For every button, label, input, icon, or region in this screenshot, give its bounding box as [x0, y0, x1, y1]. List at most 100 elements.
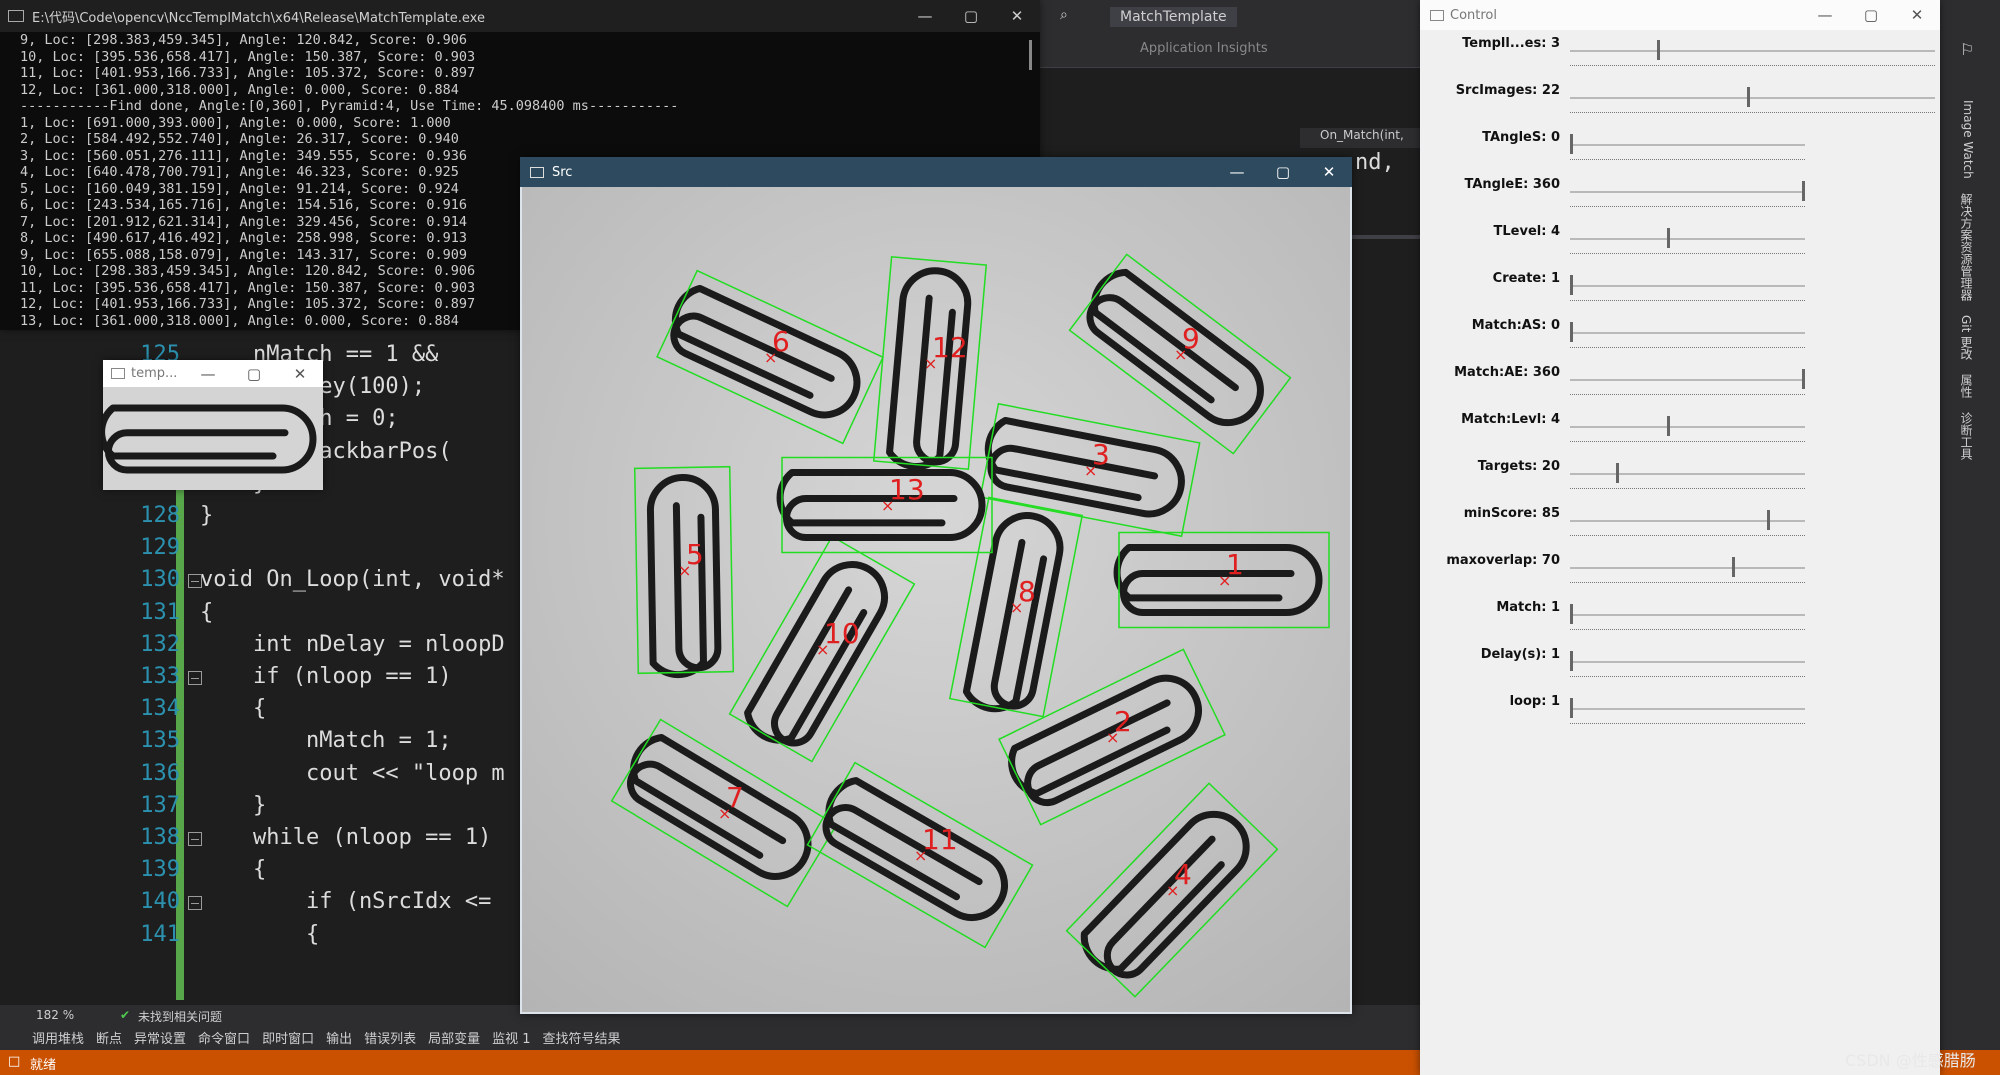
trackbar-thumb[interactable]: [1570, 275, 1573, 295]
trackbar-ticks: [1570, 579, 1805, 583]
line-number: 132: [140, 631, 180, 657]
feedback-icon[interactable]: ⚐: [1960, 40, 1974, 59]
code-line[interactable]: if (nloop == 1): [200, 664, 452, 689]
console-titlebar[interactable]: E:\代码\Code\opencv\NccTemplMatch\x64\Rele…: [0, 0, 1040, 32]
tool-tab[interactable]: 调用堆栈: [32, 1028, 84, 1047]
trackbar-row: loop: 1: [1420, 692, 1940, 739]
trackbar-track[interactable]: [1570, 661, 1805, 663]
code-line[interactable]: int nDelay = nloopD: [200, 632, 505, 657]
trackbar-thumb[interactable]: [1667, 228, 1671, 248]
fold-toggle-icon[interactable]: [188, 832, 202, 846]
code-line[interactable]: {: [200, 922, 319, 947]
minimize-icon[interactable]: —: [1214, 157, 1260, 187]
trackbar-track[interactable]: [1570, 426, 1805, 428]
app-insights-button[interactable]: Application Insights: [1140, 41, 1268, 56]
trackbar-thumb[interactable]: [1616, 463, 1620, 483]
control-titlebar[interactable]: Control — ▢ ✕: [1420, 0, 1940, 30]
template-window[interactable]: temp... — ▢ ✕: [103, 360, 323, 490]
fold-toggle-icon[interactable]: [188, 574, 202, 589]
trackbar-track[interactable]: [1570, 144, 1805, 146]
fold-toggle-icon[interactable]: [188, 671, 202, 685]
trackbar-row: Templl...es: 3: [1420, 34, 1940, 81]
side-tab[interactable]: Git 更改: [1958, 315, 1975, 360]
maximize-icon[interactable]: ▢: [948, 0, 994, 32]
close-icon[interactable]: ✕: [994, 0, 1040, 32]
trackbar-row: Targets: 20: [1420, 457, 1940, 504]
source-window[interactable]: Src — ▢ ✕ × 1 × 2 × 3 × 4 × 5 × 6 × 7 × 8 × 9 × 10 × 11 × 12 × 13: [520, 157, 1352, 1014]
template-image: [103, 387, 323, 490]
src-titlebar[interactable]: Src — ▢ ✕: [520, 157, 1352, 187]
close-icon[interactable]: ✕: [1306, 157, 1352, 187]
temp-titlebar[interactable]: temp... — ▢ ✕: [103, 360, 323, 387]
minimize-icon[interactable]: —: [902, 0, 948, 32]
zoom-level[interactable]: 182 %: [36, 1008, 74, 1022]
tool-tab[interactable]: 异常设置: [134, 1028, 186, 1047]
close-icon[interactable]: ✕: [277, 360, 323, 387]
code-line[interactable]: void On_Loop(int, void*: [200, 567, 505, 592]
code-line[interactable]: }: [200, 793, 266, 818]
tool-tab[interactable]: 错误列表: [364, 1028, 416, 1047]
trackbar-thumb[interactable]: [1656, 40, 1660, 60]
tool-tab[interactable]: 查找符号结果: [543, 1028, 621, 1047]
line-number: 141: [140, 921, 180, 947]
trackbar-track[interactable]: [1570, 238, 1805, 240]
trackbar-thumb[interactable]: [1767, 510, 1771, 530]
tool-tab[interactable]: 断点: [96, 1028, 122, 1047]
side-tab[interactable]: 解决方案资源管理器: [1958, 193, 1975, 301]
trackbar-track[interactable]: [1570, 191, 1805, 193]
minimize-icon[interactable]: —: [1802, 0, 1848, 30]
console-scrollbar[interactable]: [1029, 40, 1032, 70]
trackbar-thumb[interactable]: [1570, 322, 1573, 342]
trackbar-thumb[interactable]: [1570, 604, 1573, 624]
tool-tab[interactable]: 局部变量: [428, 1028, 480, 1047]
search-icon[interactable]: ⌕: [1060, 7, 1068, 23]
fold-toggle-icon[interactable]: [188, 896, 202, 911]
maximize-icon[interactable]: ▢: [231, 360, 277, 387]
trackbar-thumb[interactable]: [1570, 698, 1573, 718]
code-line[interactable]: }: [200, 503, 213, 528]
code-line[interactable]: nMatch = 1;: [200, 728, 452, 753]
trackbar-ticks: [1570, 203, 1805, 207]
trackbar-thumb[interactable]: [1747, 87, 1751, 107]
side-tab[interactable]: 属性: [1958, 374, 1975, 398]
code-line[interactable]: {: [200, 600, 213, 625]
trackbar-thumb[interactable]: [1802, 181, 1805, 201]
trackbar-thumb[interactable]: [1802, 369, 1805, 389]
trackbar-track[interactable]: [1570, 50, 1935, 52]
trackbar-track[interactable]: [1570, 97, 1935, 99]
code-line[interactable]: {: [200, 857, 266, 882]
code-line[interactable]: cout << "loop m: [200, 761, 505, 786]
trackbar-track[interactable]: [1570, 379, 1805, 381]
trackbar-track[interactable]: [1570, 473, 1805, 475]
trackbar-label: Match:AE: 360: [1454, 365, 1560, 380]
trackbar-thumb[interactable]: [1667, 416, 1671, 436]
trackbar-track[interactable]: [1570, 708, 1805, 710]
trackbar-track[interactable]: [1570, 332, 1805, 334]
code-line[interactable]: while (nloop == 1): [200, 825, 491, 850]
check-icon: ✔: [120, 1008, 131, 1022]
side-tab[interactable]: 诊断工具: [1958, 412, 1975, 460]
minimize-icon[interactable]: —: [185, 360, 231, 387]
tool-tab[interactable]: 输出: [326, 1028, 352, 1047]
control-window[interactable]: Control — ▢ ✕ Templl...es: 3 SrcImages: 2…: [1420, 0, 1940, 1075]
code-line[interactable]: {: [200, 696, 266, 721]
tool-tab[interactable]: 监视 1: [492, 1028, 530, 1047]
trackbar-ticks: [1570, 626, 1805, 630]
trackbar-track[interactable]: [1570, 614, 1805, 616]
search-tab[interactable]: MatchTemplate: [1110, 7, 1237, 27]
tool-tab[interactable]: 即时窗口: [262, 1028, 314, 1047]
trackbar-thumb[interactable]: [1732, 557, 1736, 577]
function-dropdown[interactable]: On_Match(int,: [1300, 128, 1420, 148]
maximize-icon[interactable]: ▢: [1260, 157, 1306, 187]
trackbar-thumb[interactable]: [1570, 651, 1573, 671]
tool-tab[interactable]: 命令窗口: [198, 1028, 250, 1047]
trackbar-ticks: [1570, 391, 1805, 395]
status-icon: □: [8, 1054, 21, 1069]
side-tab[interactable]: Image Watch: [1958, 100, 1975, 179]
close-icon[interactable]: ✕: [1894, 0, 1940, 30]
trackbar-track[interactable]: [1570, 285, 1805, 287]
trackbar-thumb[interactable]: [1570, 134, 1573, 154]
maximize-icon[interactable]: ▢: [1848, 0, 1894, 30]
trackbar-track[interactable]: [1570, 567, 1805, 569]
code-line[interactable]: if (nSrcIdx <=: [200, 889, 491, 914]
